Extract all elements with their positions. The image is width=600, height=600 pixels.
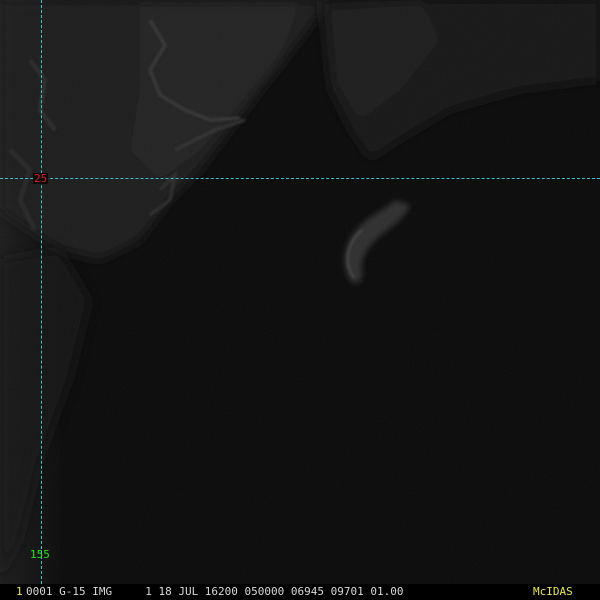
satellite-imagery (0, 0, 600, 600)
longitude-label: 155 (30, 548, 50, 561)
product-label: McIDAS (533, 585, 573, 598)
image-noise (0, 0, 600, 600)
satellite-image-viewport: 25 155 1 0001 G-15 IMG 1 18 JUL 16200 05… (0, 0, 600, 600)
frame-number: 1 (16, 585, 23, 598)
latitude-label: 25 (33, 172, 49, 185)
image-metadata-text: 0001 G-15 IMG 1 18 JUL 16200 050000 0694… (26, 585, 404, 598)
status-bar: 1 0001 G-15 IMG 1 18 JUL 16200 050000 06… (0, 584, 600, 600)
